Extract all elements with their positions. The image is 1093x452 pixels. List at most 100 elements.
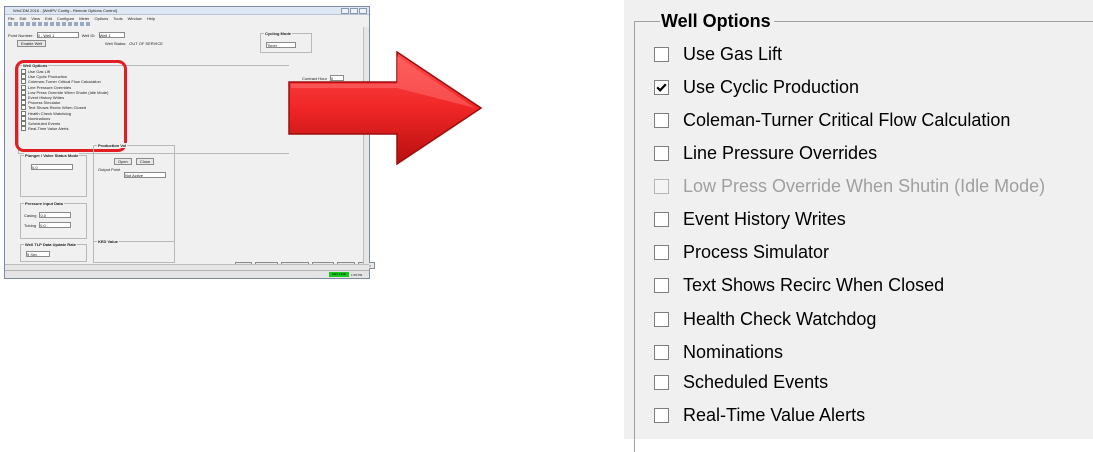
point-number-row: Point Number: 0 - Well 1 Well ID: Well 1 bbox=[8, 32, 125, 38]
kd-group-label: KED Value bbox=[97, 239, 120, 244]
plunger-field[interactable]: 0.0 bbox=[31, 164, 73, 170]
copy-icon[interactable] bbox=[38, 22, 42, 26]
config-icon[interactable] bbox=[68, 22, 72, 26]
menu-item[interactable]: Edit bbox=[45, 16, 52, 21]
well-status-label: Well Status: bbox=[105, 41, 127, 46]
production-group: Production Vol Open Close Output Point N… bbox=[93, 143, 175, 242]
option-real-time-value-alerts[interactable]: Real-Time Value Alerts bbox=[654, 405, 865, 426]
kd-group: KED Value bbox=[93, 239, 175, 263]
option-event-history-writes[interactable]: Event History Writes bbox=[654, 209, 846, 230]
option-text-shows-recirc[interactable]: Text Shows Recirc When Closed bbox=[654, 275, 944, 296]
pressure-group-label: Pressure Input Data bbox=[24, 201, 64, 206]
tlp-value: 5 Sec bbox=[27, 252, 38, 257]
new-icon[interactable] bbox=[8, 22, 12, 26]
menu-item[interactable]: Options bbox=[94, 16, 108, 21]
plunger-group: Plunger / Valve Status Mode 0.0 bbox=[20, 153, 87, 197]
checkbox-unchecked-icon[interactable] bbox=[654, 375, 669, 390]
tlp-select[interactable]: 5 Sec bbox=[26, 251, 50, 257]
option-label: Health Check Watchdog bbox=[683, 309, 877, 329]
option-label: Text Shows Recirc When Closed bbox=[683, 275, 945, 295]
help-icon[interactable] bbox=[86, 22, 90, 26]
checkbox-unchecked-icon[interactable] bbox=[654, 212, 669, 227]
window-controls[interactable] bbox=[341, 7, 369, 14]
well-id-value: Well 1 bbox=[99, 33, 111, 38]
output-select[interactable]: Not Active bbox=[124, 172, 166, 178]
option-label: Coleman-Turner Critical Flow Calculation bbox=[683, 110, 1011, 130]
checkbox-unchecked-icon[interactable] bbox=[654, 245, 669, 260]
tlp-group: Well TLP Data Update Rate 5 Sec bbox=[20, 242, 87, 262]
menu-item[interactable]: Tools bbox=[113, 16, 122, 21]
grid-icon[interactable] bbox=[80, 22, 84, 26]
close-button[interactable]: Close bbox=[136, 158, 155, 165]
window-title: WinCDM 2016 - [WellPV Config - Remote Op… bbox=[13, 8, 117, 13]
menu-item[interactable]: Window bbox=[128, 16, 142, 21]
checkbox-unchecked-icon[interactable] bbox=[654, 408, 669, 423]
find-icon[interactable] bbox=[62, 22, 66, 26]
menu-item[interactable]: File bbox=[8, 16, 14, 21]
output-value: Not Active bbox=[125, 173, 144, 178]
menu-item[interactable]: View bbox=[31, 16, 40, 21]
undo-icon[interactable] bbox=[50, 22, 54, 26]
maximize-icon[interactable] bbox=[350, 7, 358, 14]
option-label: Low Press Override When Shutin (Idle Mod… bbox=[683, 176, 1046, 196]
menu-item[interactable]: Meter bbox=[79, 16, 89, 21]
option-line-pressure-overrides[interactable]: Line Pressure Overrides bbox=[654, 143, 877, 164]
plunger-value: 0.0 bbox=[32, 165, 38, 170]
option-use-cyclic-production[interactable]: Use Cyclic Production bbox=[654, 77, 859, 98]
option-nominations[interactable]: Nominations bbox=[654, 342, 783, 363]
option-label: Process Simulator bbox=[683, 242, 830, 262]
cycling-mode-value: Timer bbox=[267, 43, 278, 48]
well-id-label: Well ID: bbox=[81, 32, 96, 38]
option-scheduled-events[interactable]: Scheduled Events bbox=[654, 372, 828, 393]
option-health-check-watchdog[interactable]: Health Check Watchdog bbox=[654, 309, 876, 330]
option-label: Scheduled Events bbox=[683, 372, 829, 392]
tubing-field[interactable]: 0.0 bbox=[39, 222, 72, 228]
menu-item[interactable]: Help bbox=[147, 16, 155, 21]
redo-icon[interactable] bbox=[56, 22, 60, 26]
point-number-select[interactable]: 0 - Well 1 bbox=[36, 32, 79, 38]
option-label: Event History Writes bbox=[683, 209, 846, 229]
checkbox-unchecked-icon[interactable] bbox=[654, 312, 669, 327]
tubing-value: 0.0 bbox=[40, 223, 46, 228]
close-icon[interactable] bbox=[359, 7, 367, 14]
cut-icon[interactable] bbox=[32, 22, 36, 26]
enable-well-button[interactable]: Enable Well bbox=[17, 40, 47, 47]
checkbox-unchecked-icon[interactable] bbox=[654, 146, 669, 161]
checkbox-checked-icon[interactable] bbox=[654, 80, 669, 95]
menu-item[interactable]: Edit bbox=[19, 16, 26, 21]
option-use-gas-lift[interactable]: Use Gas Lift bbox=[654, 44, 782, 65]
point-number-label: Point Number: bbox=[8, 32, 34, 38]
print-icon[interactable] bbox=[26, 22, 30, 26]
open-button[interactable]: Open bbox=[114, 158, 132, 165]
menu-item[interactable]: Configure bbox=[57, 16, 74, 21]
tlp-group-label: Well TLP Data Update Rate bbox=[24, 242, 77, 247]
well-id-field[interactable]: Well 1 bbox=[98, 32, 125, 38]
save-icon[interactable] bbox=[20, 22, 24, 26]
casing-field[interactable]: 0.0 bbox=[39, 212, 72, 218]
option-label: Use Cyclic Production bbox=[683, 77, 860, 97]
production-group-label: Production Vol bbox=[97, 143, 128, 148]
chart-icon[interactable] bbox=[74, 22, 78, 26]
window-title-bar: WinCDM 2016 - [WellPV Config - Remote Op… bbox=[5, 7, 369, 15]
checkbox-unchecked-icon[interactable] bbox=[654, 113, 669, 128]
checkbox-unchecked-icon[interactable] bbox=[654, 278, 669, 293]
output-label: Output Point bbox=[98, 167, 121, 172]
checkbox-unchecked-icon[interactable] bbox=[654, 47, 669, 62]
enable-well-row[interactable]: Enable Well bbox=[17, 40, 47, 47]
casing-label: Casing bbox=[24, 212, 37, 218]
right-arrow-icon bbox=[288, 50, 483, 166]
casing-value: 0.0 bbox=[40, 213, 47, 218]
open-icon[interactable] bbox=[14, 22, 18, 26]
tubing-row: Tubing 0.0 bbox=[24, 222, 72, 228]
option-coleman-turner[interactable]: Coleman-Turner Critical Flow Calculation bbox=[654, 110, 1010, 131]
plunger-group-label: Plunger / Valve Status Mode bbox=[24, 153, 80, 158]
paste-icon[interactable] bbox=[44, 22, 48, 26]
minimize-icon[interactable] bbox=[341, 7, 349, 14]
pressure-group: Pressure Input Data Casing 0.0 Tubing 0.0 bbox=[20, 201, 87, 239]
option-label: Nominations bbox=[683, 342, 784, 362]
well-status-row: Well Status: OUT OF SERVICE bbox=[105, 41, 163, 46]
checkmark-icon bbox=[656, 83, 667, 92]
checkbox-disabled-icon bbox=[654, 179, 669, 194]
option-process-simulator[interactable]: Process Simulator bbox=[654, 242, 829, 263]
checkbox-unchecked-icon[interactable] bbox=[654, 345, 669, 360]
